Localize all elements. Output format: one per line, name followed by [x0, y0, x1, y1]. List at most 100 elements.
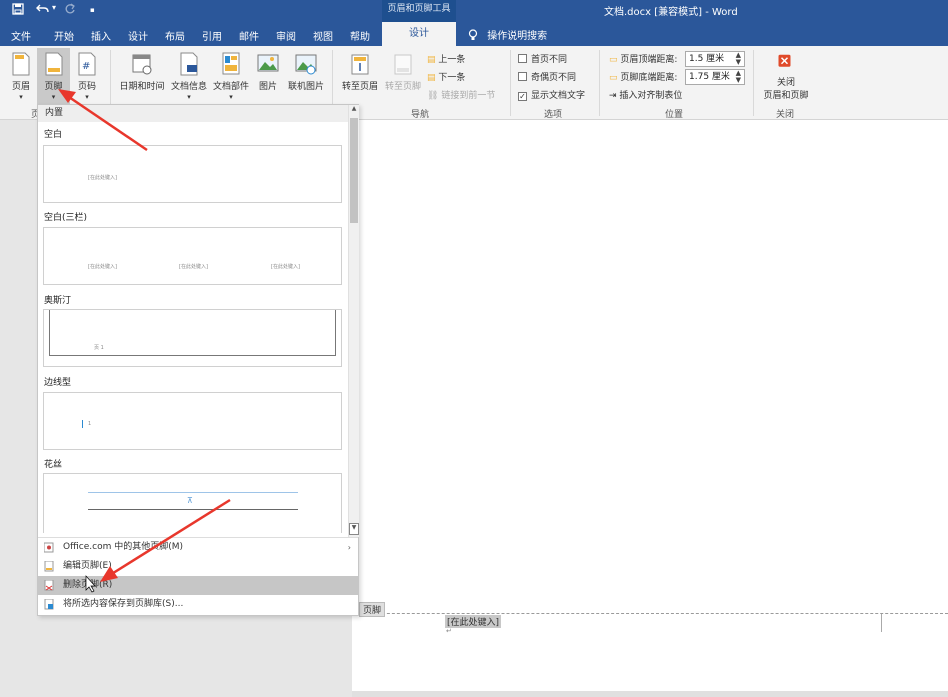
gallery-item-sideline[interactable]: 1 [43, 392, 342, 450]
gallery-scrollbar[interactable]: ▲ ▼ [348, 105, 359, 537]
goto-header-label: 转至页眉 [341, 82, 378, 92]
header-distance-label: ▭ 页眉顶端距离: [609, 52, 677, 65]
different-odd-even-label: 奇偶页不同 [531, 73, 577, 83]
tab-help[interactable]: 帮助 [350, 28, 370, 43]
menu-item-more-from-office[interactable]: Office.com 中的其他页脚(M) › [38, 538, 358, 557]
gallery-item-filigree[interactable]: ⊼ [43, 473, 342, 533]
calendar-icon [132, 54, 152, 75]
tab-design-doc[interactable]: 设计 [128, 28, 148, 43]
sideline-page-number: 1 [88, 421, 92, 427]
tab-header-footer-design[interactable]: 设计 [382, 22, 456, 46]
footer-icon [45, 52, 62, 76]
menu-label: 删除页脚(R) [63, 580, 113, 590]
quick-parts-button[interactable]: 文档部件 ▾ [210, 52, 252, 102]
margin-corner-mark [881, 614, 882, 632]
placeholder-text: [在此处键入] [88, 175, 117, 181]
menu-item-save-to-gallery[interactable]: 将所选内容保存到页脚库(S)... [38, 595, 358, 614]
window-bottom-edge [352, 691, 948, 697]
menu-item-remove-footer[interactable]: 删除页脚(R) [38, 576, 358, 595]
checkbox-checked-icon: ✓ [518, 92, 527, 101]
gallery-item-blank-three-column[interactable]: [在此处键入] [在此处键入] [在此处键入] [43, 227, 342, 285]
filigree-bottom-line [88, 509, 298, 510]
footer-tag: 页脚 [359, 602, 386, 617]
footer-button[interactable]: 页脚 ▾ [37, 48, 70, 104]
different-first-page-label: 首页不同 [531, 55, 568, 65]
austin-frame [49, 310, 336, 356]
placeholder-text: [在此处键入] [179, 264, 208, 270]
close-header-footer-button[interactable]: 关闭 页眉和页脚 [760, 54, 812, 101]
tab-insert[interactable]: 插入 [91, 28, 111, 43]
scroll-up-icon[interactable]: ▲ [349, 105, 359, 117]
tab-layout[interactable]: 布局 [165, 28, 185, 43]
document-page[interactable] [352, 120, 948, 691]
online-picture-button[interactable]: 联机图片 [284, 52, 328, 92]
page-number-button[interactable]: # 页码 ▾ [72, 52, 102, 102]
scroll-thumb[interactable] [350, 118, 358, 223]
tab-view[interactable]: 视图 [313, 28, 333, 43]
next-icon: ▤ [427, 73, 436, 83]
delete-footer-icon [44, 580, 54, 591]
close-label-line2: 页眉和页脚 [763, 91, 809, 101]
edit-footer-icon [44, 561, 54, 572]
show-document-text-checkbox[interactable]: ✓ 显示文档文字 [518, 88, 585, 101]
online-picture-icon [295, 54, 317, 75]
undo-icon[interactable] [36, 3, 50, 18]
footer-distance-spinner[interactable]: 1.75 厘米 ▲ ▼ [685, 69, 745, 85]
next-button[interactable]: ▤ 下一条 [427, 70, 465, 83]
undo-dropdown-icon[interactable]: ▾ [52, 3, 56, 12]
tab-references[interactable]: 引用 [202, 28, 222, 43]
customize-qat-icon[interactable]: ▪ [90, 6, 95, 14]
filigree-ornament-icon: ⊼ [187, 496, 193, 505]
checkbox-unchecked-icon [518, 72, 527, 81]
scroll-down-icon[interactable]: ▼ [349, 523, 359, 535]
gallery-title-sideline: 边线型 [44, 378, 72, 388]
link-previous-button[interactable]: ⛓ 链接到前一节 [427, 88, 495, 101]
goto-header-button[interactable]: 转至页眉 [339, 52, 381, 92]
tab-file[interactable]: 文件 [11, 28, 31, 43]
different-first-page-checkbox[interactable]: 首页不同 [518, 52, 567, 65]
page-number-label: 页码 [77, 82, 96, 92]
title-bar: ▾ ▪ 页眉和页脚工具 文档.docx [兼容模式] - Word [0, 0, 948, 22]
goto-footer-label: 转至页脚 [384, 82, 421, 92]
different-odd-even-checkbox[interactable]: 奇偶页不同 [518, 70, 576, 83]
gallery-title-blank-three-column: 空白(三栏) [44, 213, 88, 223]
doc-info-dropdown-icon: ▾ [187, 93, 191, 101]
previous-button[interactable]: ▤ 上一条 [427, 52, 465, 65]
header-button[interactable]: 页眉 ▾ [6, 52, 36, 102]
gallery-item-austin[interactable]: 页 1 [43, 309, 342, 367]
tab-home[interactable]: 开始 [54, 28, 74, 43]
gallery-title-austin: 奥斯汀 [44, 296, 72, 306]
insert-alignment-tab-button[interactable]: ⇥ 插入对齐制表位 [609, 88, 682, 101]
tell-me-search[interactable]: 操作说明搜索 [468, 27, 547, 42]
doc-info-button[interactable]: 文档信息 ▾ [169, 52, 209, 102]
show-document-text-label: 显示文档文字 [531, 91, 586, 101]
picture-button[interactable]: 图片 [254, 52, 282, 92]
date-time-button[interactable]: 日期和时间 [116, 52, 168, 92]
menu-item-edit-footer[interactable]: 编辑页脚(E) [38, 557, 358, 576]
group-label-options: 选项 [544, 110, 563, 120]
header-distance-spinner[interactable]: 1.5 厘米 ▲ ▼ [685, 51, 745, 67]
save-gallery-icon [44, 599, 54, 610]
submenu-chevron-icon: › [347, 543, 351, 552]
gallery-item-blank[interactable]: [在此处键入] [43, 145, 342, 203]
footer-distance-value: 1.75 厘米 [689, 72, 730, 82]
save-icon[interactable] [12, 3, 24, 18]
spinner-arrows-icon[interactable]: ▲ ▼ [736, 70, 741, 84]
office-icon [44, 542, 54, 553]
doc-info-icon [180, 52, 198, 76]
quick-parts-dropdown-icon: ▾ [229, 93, 233, 101]
goto-header-icon [351, 54, 369, 75]
sideline-bar [82, 420, 83, 428]
doc-info-label: 文档信息 [170, 82, 207, 92]
tab-mailings[interactable]: 邮件 [239, 28, 259, 43]
tab-review[interactable]: 审阅 [276, 28, 296, 43]
spinner-arrows-icon[interactable]: ▲ ▼ [736, 52, 741, 66]
goto-footer-button[interactable]: 转至页脚 [382, 52, 424, 92]
goto-footer-icon [394, 54, 412, 75]
close-icon [778, 54, 791, 67]
footer-placeholder[interactable]: [在此处键入] [445, 615, 502, 628]
redo-icon[interactable] [64, 3, 76, 18]
footer-gallery-dropdown: 内置 空白 [在此处键入] 空白(三栏) [在此处键入] [在此处键入] [在此… [37, 104, 359, 616]
link-icon: ⛓ [427, 91, 439, 101]
austin-page-number: 页 1 [94, 345, 104, 351]
